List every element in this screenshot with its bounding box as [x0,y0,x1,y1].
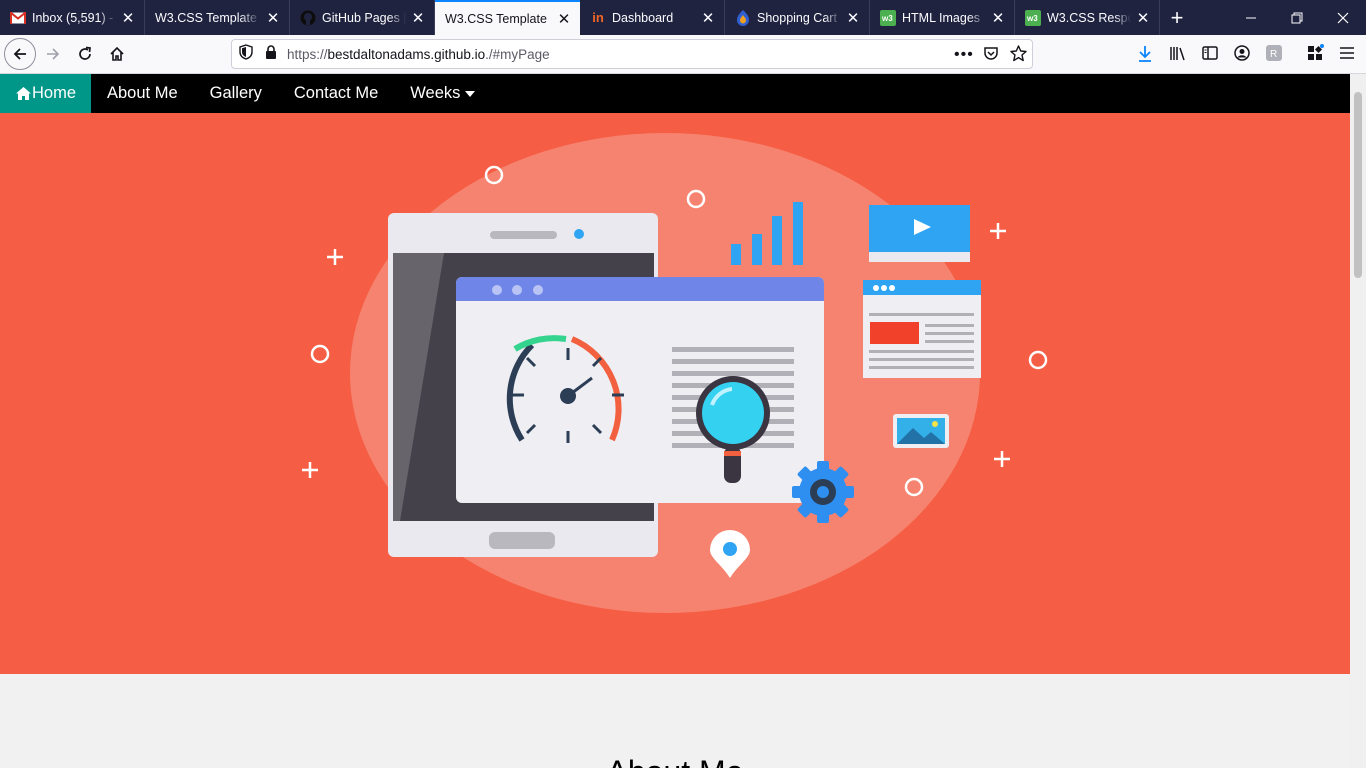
nav-about-me[interactable]: About Me [91,74,194,113]
close-tab-icon[interactable]: ✕ [120,10,136,27]
minimize-window-button[interactable] [1228,0,1274,35]
svg-text:w3: w3 [881,14,893,23]
lock-icon[interactable] [265,44,277,64]
tab-title: Shopping Cart [757,10,837,25]
close-tab-icon[interactable]: ✕ [410,10,426,27]
close-tab-icon[interactable]: ✕ [990,10,1006,27]
extensions-puzzle-icon[interactable] [1306,44,1324,67]
shield-icon[interactable] [239,43,253,65]
tab-title: W3.CSS Template [445,11,547,26]
bookmark-star-icon[interactable] [1010,45,1027,67]
navigation-toolbar: https://bestdaltonadams.github.io./#myPa… [0,35,1366,74]
forward-arrow-icon [47,48,60,60]
address-bar[interactable]: https://bestdaltonadams.github.io./#myPa… [231,39,1033,69]
hamburger-menu-icon[interactable] [1339,46,1355,65]
url-scheme: https:// [287,46,328,62]
svg-text:w3: w3 [1026,14,1038,23]
nav-gallery[interactable]: Gallery [194,74,278,113]
url-path: ./#myPage [485,46,550,62]
close-tab-icon[interactable]: ✕ [700,10,716,27]
shopping-cart-icon [735,9,751,26]
new-tab-button[interactable]: + [1160,0,1194,35]
scrollbar-thumb[interactable] [1354,92,1362,278]
page-scrollbar[interactable] [1350,74,1366,768]
close-tab-icon[interactable]: ✕ [556,11,572,28]
nav-weeks-label: Weeks [410,84,461,102]
site-navbar: Home About Me Gallery Contact Me Weeks [0,74,1350,113]
close-tab-icon[interactable]: ✕ [1135,10,1151,27]
tab-w3css-template[interactable]: W3.CSS Template ✕ [145,0,290,35]
back-button[interactable] [4,38,36,70]
forward-button[interactable] [38,39,68,69]
house-icon [110,46,124,61]
gmail-icon [10,10,26,26]
hero-banner [0,113,1350,674]
caret-down-icon [465,90,476,97]
page-actions-icon[interactable]: ••• [954,46,974,64]
hero-illustration [302,133,1048,613]
pocket-icon[interactable] [983,46,999,67]
tab-shopping-cart[interactable]: Shopping Cart ✕ [725,0,870,35]
tab-inbox[interactable]: Inbox (5,591) - d ✕ [0,0,145,35]
tab-title: GitHub Pages | W [322,10,406,25]
tab-github-pages[interactable]: GitHub Pages | W ✕ [290,0,435,35]
close-window-button[interactable] [1320,0,1366,35]
tab-w3css-responsive[interactable]: w3 W3.CSS Respon ✕ [1015,0,1160,35]
tab-title: W3.CSS Respon [1047,10,1131,25]
tab-title: W3.CSS Template [155,10,257,25]
github-icon [300,10,316,26]
sidebar-toggle-icon[interactable] [1202,45,1218,66]
home-button[interactable] [102,39,132,69]
account-icon[interactable] [1234,45,1250,66]
url-text[interactable]: https://bestdaltonadams.github.io./#myPa… [287,47,550,62]
nav-contact-me[interactable]: Contact Me [278,74,394,113]
home-icon [16,87,31,100]
w3schools-icon: w3 [880,9,896,26]
library-icon[interactable] [1169,45,1187,66]
reload-button[interactable] [70,39,100,69]
tab-dashboard[interactable]: in Dashboard ✕ [580,0,725,35]
nav-home-label: Home [32,84,77,102]
back-arrow-icon [13,48,26,60]
downloads-icon[interactable] [1137,45,1153,67]
close-tab-icon[interactable]: ✕ [265,10,281,27]
close-tab-icon[interactable]: ✕ [845,10,861,27]
w3schools-icon: w3 [1025,9,1041,26]
tab-strip: Inbox (5,591) - d ✕ W3.CSS Template ✕ Gi… [0,0,1366,35]
svg-text:R: R [1270,49,1277,60]
nav-weeks-dropdown[interactable]: Weeks [394,74,491,113]
restore-window-button[interactable] [1274,0,1320,35]
extension-icon[interactable]: R [1265,44,1283,67]
tab-title: Dashboard [612,10,674,25]
page-viewport: Home About Me Gallery Contact Me Weeks [0,74,1350,768]
dashboard-icon: in [592,10,604,25]
tab-title: Inbox (5,591) - d [32,10,116,25]
tab-title: HTML Images [902,10,981,25]
nav-home[interactable]: Home [0,74,91,113]
tab-html-images[interactable]: w3 HTML Images ✕ [870,0,1015,35]
tab-w3css-template-active[interactable]: W3.CSS Template ✕ [435,0,580,35]
section-heading-about: About Me [0,754,1350,768]
url-host: bestdaltonadams.github.io [327,46,486,62]
reload-icon [79,46,91,60]
